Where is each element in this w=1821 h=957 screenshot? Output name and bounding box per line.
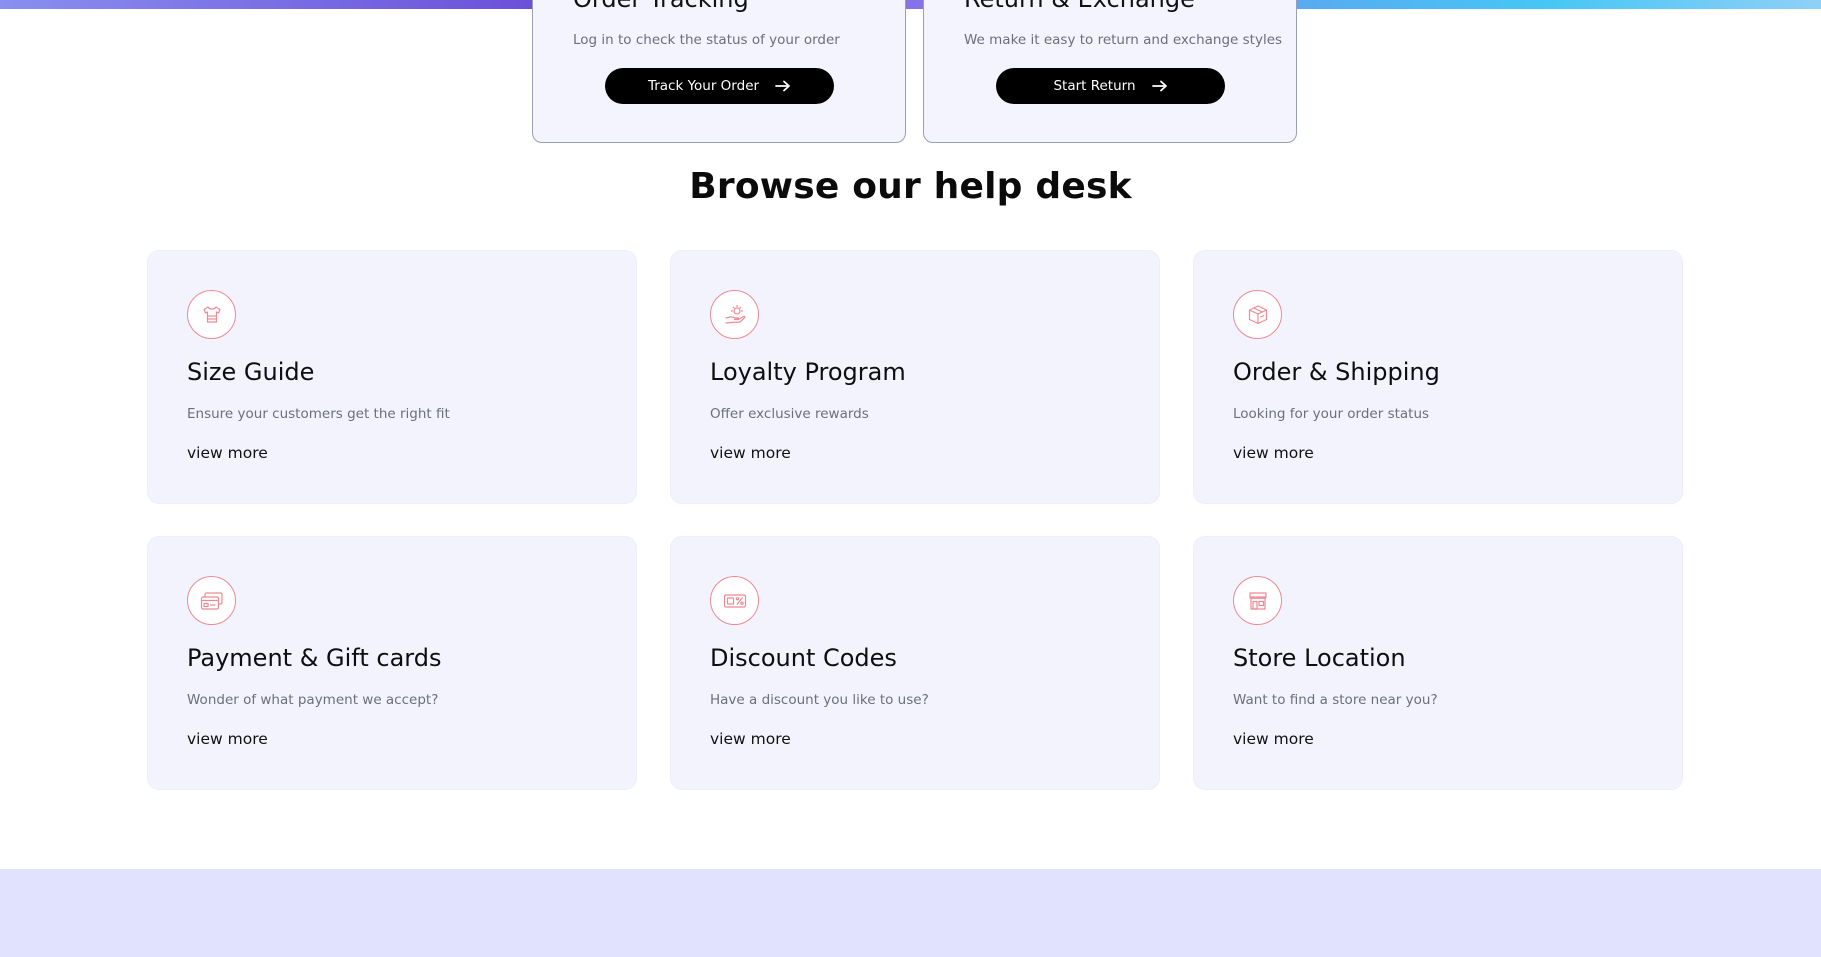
help-card-description: Offer exclusive rewards <box>710 406 869 422</box>
start-return-button[interactable]: Start Return <box>996 68 1225 104</box>
help-desk-grid: Size Guide Ensure your customers get the… <box>147 250 1683 790</box>
help-card-description: Wonder of what payment we accept? <box>187 692 439 708</box>
help-card-title: Payment & Gift cards <box>187 644 442 672</box>
track-order-button-label: Track Your Order <box>647 78 760 94</box>
footer-section-background <box>0 869 1821 957</box>
credit-card-icon <box>187 576 236 625</box>
order-tracking-title: Order Tracking <box>573 0 749 13</box>
help-desk-heading: Browse our help desk <box>689 166 1132 207</box>
help-card-description: Want to find a store near you? <box>1233 692 1438 708</box>
arrow-right-icon <box>775 80 790 92</box>
storefront-icon <box>1233 576 1282 625</box>
help-card-title: Store Location <box>1233 644 1406 672</box>
view-more-link[interactable]: view more <box>187 730 268 748</box>
help-card-title: Loyalty Program <box>710 358 906 386</box>
package-box-icon <box>1233 290 1282 339</box>
view-more-link[interactable]: view more <box>1233 444 1314 462</box>
view-more-link[interactable]: view more <box>710 444 791 462</box>
start-return-button-label: Start Return <box>1053 78 1136 94</box>
help-card-title: Size Guide <box>187 358 315 386</box>
discount-coupon-icon <box>710 576 759 625</box>
help-card-description: Have a discount you like to use? <box>710 692 929 708</box>
hand-gift-icon <box>710 290 759 339</box>
help-card-payment-gift-cards: Payment & Gift cards Wonder of what paym… <box>147 536 637 790</box>
order-tracking-description: Log in to check the status of your order <box>573 32 840 48</box>
help-card-description: Ensure your customers get the right fit <box>187 406 450 422</box>
view-more-link[interactable]: view more <box>187 444 268 462</box>
help-card-title: Discount Codes <box>710 644 897 672</box>
tshirt-icon <box>187 290 236 339</box>
help-card-discount-codes: Discount Codes Have a discount you like … <box>670 536 1160 790</box>
return-exchange-card: Return & Exchange We make it easy to ret… <box>923 0 1297 143</box>
view-more-link[interactable]: view more <box>710 730 791 748</box>
help-card-store-location: Store Location Want to find a store near… <box>1193 536 1683 790</box>
top-gradient-band <box>0 0 1821 9</box>
track-order-button[interactable]: Track Your Order <box>605 68 834 104</box>
help-card-size-guide: Size Guide Ensure your customers get the… <box>147 250 637 504</box>
return-exchange-description: We make it easy to return and exchange s… <box>964 32 1283 48</box>
help-card-description: Looking for your order status <box>1233 406 1430 422</box>
help-card-title: Order & Shipping <box>1233 358 1440 386</box>
help-card-order-shipping: Order & Shipping Looking for your order … <box>1193 250 1683 504</box>
return-exchange-title: Return & Exchange <box>964 0 1195 13</box>
view-more-link[interactable]: view more <box>1233 730 1314 748</box>
order-tracking-card: Order Tracking Log in to check the statu… <box>532 0 906 143</box>
help-card-loyalty-program: Loyalty Program Offer exclusive rewards … <box>670 250 1160 504</box>
arrow-right-icon <box>1151 80 1167 92</box>
